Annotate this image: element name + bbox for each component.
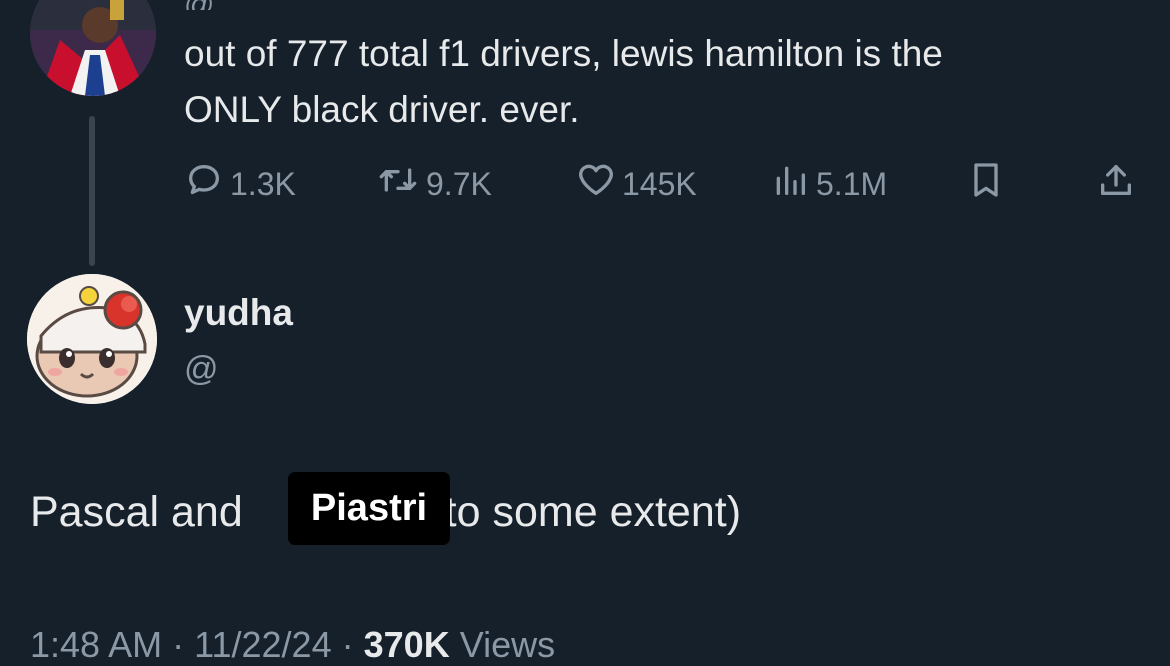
parent-tweet-text: out of 777 total f1 drivers, lewis hamil… xyxy=(184,26,1144,138)
heart-icon xyxy=(576,160,616,208)
parent-handle-partial: @ xyxy=(184,0,214,10)
reply-count: 1.3K xyxy=(230,165,296,202)
bookmark-icon xyxy=(966,160,1006,208)
meta-separator-2: · xyxy=(341,624,354,665)
reply-text-before: Pascal and xyxy=(30,488,243,536)
tweet-views-count: 370K xyxy=(363,624,450,665)
views-action[interactable]: 5.1M xyxy=(770,160,887,208)
parent-text-line-2: ONLY black driver. ever. xyxy=(184,89,580,130)
tweet-views-label: Views xyxy=(459,624,556,665)
like-action[interactable]: 145K xyxy=(576,160,697,208)
meta-separator: · xyxy=(172,624,185,665)
parent-avatar[interactable]: AR xyxy=(30,0,156,96)
bookmark-action[interactable] xyxy=(966,160,1006,208)
tweet-action-bar: 1.3K 9.7K 145K 5.1M xyxy=(184,160,1144,208)
share-action[interactable] xyxy=(1096,160,1136,208)
reply-avatar[interactable] xyxy=(27,274,157,404)
reply-display-name[interactable]: yudha xyxy=(184,292,293,334)
repost-icon xyxy=(376,160,420,208)
parent-tweet: AR @ out of 777 total f1 drivers, lewis … xyxy=(0,0,1170,270)
repost-count: 9.7K xyxy=(426,165,492,202)
parent-text-line-1: out of 777 total f1 drivers, lewis hamil… xyxy=(184,33,943,74)
reply-icon xyxy=(184,160,224,208)
reply-action[interactable]: 1.3K xyxy=(184,160,296,208)
like-count: 145K xyxy=(622,165,697,202)
thread-connector-line xyxy=(89,116,95,266)
tweet-date[interactable]: 11/22/24 xyxy=(194,624,331,665)
analytics-icon xyxy=(770,160,810,208)
share-icon xyxy=(1096,160,1136,208)
reply-text-after: to some extent) xyxy=(444,488,742,536)
tweet-time[interactable]: 1:48 AM xyxy=(30,624,162,665)
overlay-name-label: Piastri xyxy=(288,472,450,545)
repost-action[interactable]: 9.7K xyxy=(376,160,492,208)
reply-handle[interactable]: @ xyxy=(184,350,219,389)
views-count-parent: 5.1M xyxy=(816,165,888,202)
